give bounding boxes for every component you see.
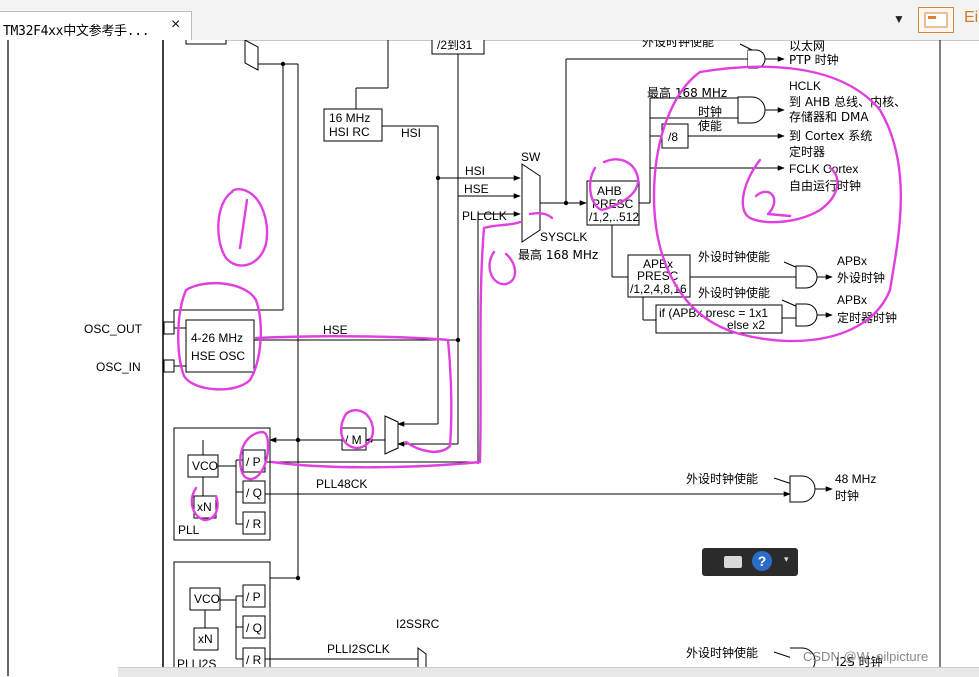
eth-enable-label: 外设时钟使能: [642, 40, 714, 49]
plli2sclk-label: PLLI2SCLK: [327, 642, 390, 656]
hse-freq-label: 4-26 MHz: [191, 331, 243, 345]
osc-in-pin: [163, 359, 175, 373]
hse-oscillator: [185, 319, 255, 373]
tab-list-dropdown-icon[interactable]: ▼: [893, 12, 905, 26]
usb-enable-label: 外设时钟使能: [686, 471, 758, 486]
div-r2-label: / R: [246, 653, 262, 667]
hse-osc-label: HSE OSC: [191, 349, 245, 363]
div8-label: /8: [668, 130, 678, 144]
cortex-timer-label-2: 定时器: [789, 144, 825, 159]
hclk-label: HCLK: [789, 79, 821, 93]
div-r-label: / R: [246, 517, 262, 531]
chevron-down-icon[interactable]: ▾: [784, 554, 789, 565]
toolbar-truncated-button[interactable]: Ei: [964, 9, 978, 27]
usb-freq-label: 48 MHz: [835, 472, 876, 486]
apb-timer-label: APBx: [837, 293, 867, 307]
eth-label: 以太网: [789, 40, 825, 53]
fclk-label: FCLK Cortex: [789, 162, 858, 176]
hclk-desc-1: 到 AHB 总线、内核、: [789, 95, 906, 109]
vco2-label: VCO: [194, 592, 220, 606]
keyboard-icon[interactable]: [724, 556, 742, 568]
hclk-gate: [737, 96, 766, 124]
div-p-label: / P: [246, 455, 261, 469]
top-partial-mux: [244, 40, 259, 71]
apb-periph-clock-label: 外设时钟: [837, 270, 885, 285]
pll-source-mux: [384, 415, 399, 455]
sysclk-label: SYSCLK: [540, 230, 587, 244]
annotation-digit-2: [488, 250, 517, 286]
sw-hse-input-label: HSE: [464, 182, 489, 196]
osc-out-pin: [163, 321, 175, 335]
watermark: CSDN @W_oilpicture: [803, 649, 929, 664]
hsi-rc-label: HSI RC: [329, 125, 370, 139]
sw-label: SW: [521, 150, 541, 164]
fclk-desc: 自由运行时钟: [789, 178, 861, 193]
xn2-label: xN: [198, 632, 213, 646]
sw-pllclk-input-label: PLLCLK: [462, 209, 507, 223]
close-icon[interactable]: ×: [171, 17, 180, 33]
sysclk-max-label: 最高 168 MHz: [518, 247, 598, 262]
top-partial-box: [185, 40, 227, 45]
vco-label: VCO: [192, 459, 218, 473]
document-tab[interactable]: TM32F4xx中文参考手... ×: [0, 11, 192, 41]
hsi-wire-label: HSI: [401, 126, 421, 140]
div-q2-label: / Q: [246, 621, 262, 635]
usb-clock-gate: [789, 475, 816, 503]
usb-clock-label: 时钟: [835, 488, 859, 503]
hsi-rc-freq: 16 MHz: [329, 111, 370, 125]
ptp-clock-label: PTP 时钟: [789, 52, 839, 67]
ahb-ratio-label: /1,2,..512: [589, 210, 639, 224]
pll48ck-label: PLL48CK: [316, 477, 367, 491]
annotation-digit-1: [238, 198, 249, 250]
system-clock-switch: [521, 163, 541, 243]
i2ssrc-label: I2SSRC: [396, 617, 440, 631]
pll-label: PLL: [178, 523, 200, 537]
hclk-enable-label-2: 使能: [698, 118, 722, 133]
apb-periph-label: APBx: [837, 254, 867, 268]
hclk-max-label: 最高 168 MHz: [647, 85, 727, 100]
div-p2-label: / P: [246, 590, 261, 604]
hse-wire-label: HSE: [323, 323, 348, 337]
apb-enable-label-1: 外设时钟使能: [698, 249, 770, 264]
xn-label: xN: [197, 500, 212, 514]
cortex-timer-label-1: 到 Cortex 系统: [789, 129, 872, 143]
help-icon[interactable]: ?: [752, 551, 772, 571]
osc-out-label: OSC_OUT: [84, 322, 143, 336]
osc-in-label: OSC_IN: [96, 360, 141, 374]
slideshow-icon[interactable]: [918, 7, 954, 33]
tab-bar: TM32F4xx中文参考手... × ▼ Ei: [0, 0, 979, 41]
apb-periph-gate: [795, 265, 818, 289]
apb-timer-gate: [795, 303, 818, 327]
ahb-label: AHB: [597, 184, 622, 198]
annotation-digit-3b: [754, 190, 792, 218]
hclk-desc-2: 存储器和 DMA: [789, 109, 869, 124]
help-toolbar: ? ▾: [702, 548, 798, 576]
sw-hsi-input-label: HSI: [465, 164, 485, 178]
apb-enable-label-2: 外设时钟使能: [698, 285, 770, 300]
clock-tree-diagram: /2到31 16 MHz HSI RC HSI HSI HSE PLLCLK S…: [7, 40, 941, 676]
i2s-enable-label: 外设时钟使能: [686, 645, 758, 660]
div-q-label: / Q: [246, 486, 262, 500]
tab-title: TM32F4xx中文参考手...: [3, 24, 150, 39]
hclk-enable-label-1: 时钟: [698, 104, 722, 119]
rtc-divider-label: /2到31: [437, 40, 473, 52]
timer-mul-label-2: else x2: [727, 318, 765, 332]
apb-timer-clock-label: 定时器时钟: [837, 310, 897, 325]
eth-gate: [748, 49, 766, 69]
